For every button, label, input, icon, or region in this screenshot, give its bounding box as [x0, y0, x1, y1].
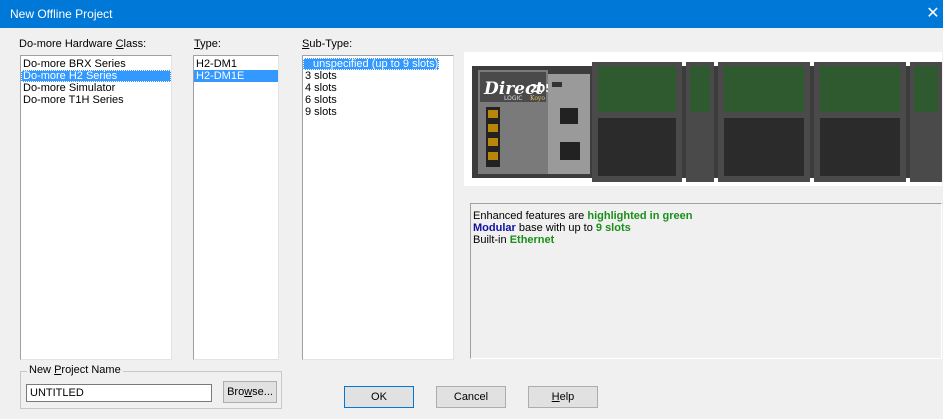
maker-text: Koyo — [530, 95, 545, 102]
brand-sub-text: LOGIC — [504, 95, 522, 102]
description-line: Modular base with up to 9 slots — [473, 222, 631, 234]
subtype-list[interactable]: unspecified (up to 9 slots) 3 slots 4 sl… — [302, 55, 454, 360]
browse-button[interactable]: Browse... — [223, 381, 277, 403]
close-icon[interactable]: ✕ — [923, 3, 943, 25]
hardware-class-label: Do-more Hardware Class: — [19, 38, 147, 50]
description-panel: Enhanced features are highlighted in gre… — [470, 203, 942, 359]
type-list[interactable]: H2-DM1 H2-DM1E — [193, 55, 279, 360]
subtype-item[interactable]: 3 slots — [303, 70, 453, 82]
project-name-input[interactable]: UNTITLED — [26, 384, 212, 402]
help-button[interactable]: Help — [528, 386, 598, 408]
plc-rack-illustration: Direct 205 LOGIC Koyo — [472, 62, 942, 182]
subtype-item[interactable]: 6 slots — [303, 94, 453, 106]
hardware-class-item[interactable]: Do-more T1H Series — [21, 94, 171, 106]
window-title: New Offline Project — [10, 7, 113, 21]
description-line: Built-in Ethernet — [473, 234, 555, 246]
hardware-class-item-selected[interactable]: Do-more H2 Series — [21, 70, 171, 82]
cancel-button[interactable]: Cancel — [436, 386, 506, 408]
project-name-label: New Project Name — [27, 364, 123, 376]
ok-button[interactable]: OK — [344, 386, 414, 408]
subtype-label: Sub-Type: — [302, 38, 353, 50]
subtype-item[interactable]: 9 slots — [303, 106, 453, 118]
hardware-preview-image: Direct 205 LOGIC Koyo — [464, 52, 942, 186]
type-item-selected[interactable]: H2-DM1E — [194, 70, 278, 82]
subtype-item[interactable]: 4 slots — [303, 82, 453, 94]
hardware-class-item[interactable]: Do-more Simulator — [21, 82, 171, 94]
subtype-item-selected[interactable]: unspecified (up to 9 slots) — [303, 58, 439, 70]
hardware-class-item[interactable]: Do-more BRX Series — [21, 58, 171, 70]
description-line: Enhanced features are highlighted in gre… — [473, 210, 693, 222]
type-item[interactable]: H2-DM1 — [194, 58, 278, 70]
type-label: Type: — [194, 38, 221, 50]
title-bar: New Offline Project ✕ — [0, 0, 943, 28]
hardware-class-list[interactable]: Do-more BRX Series Do-more H2 Series Do-… — [20, 55, 172, 360]
